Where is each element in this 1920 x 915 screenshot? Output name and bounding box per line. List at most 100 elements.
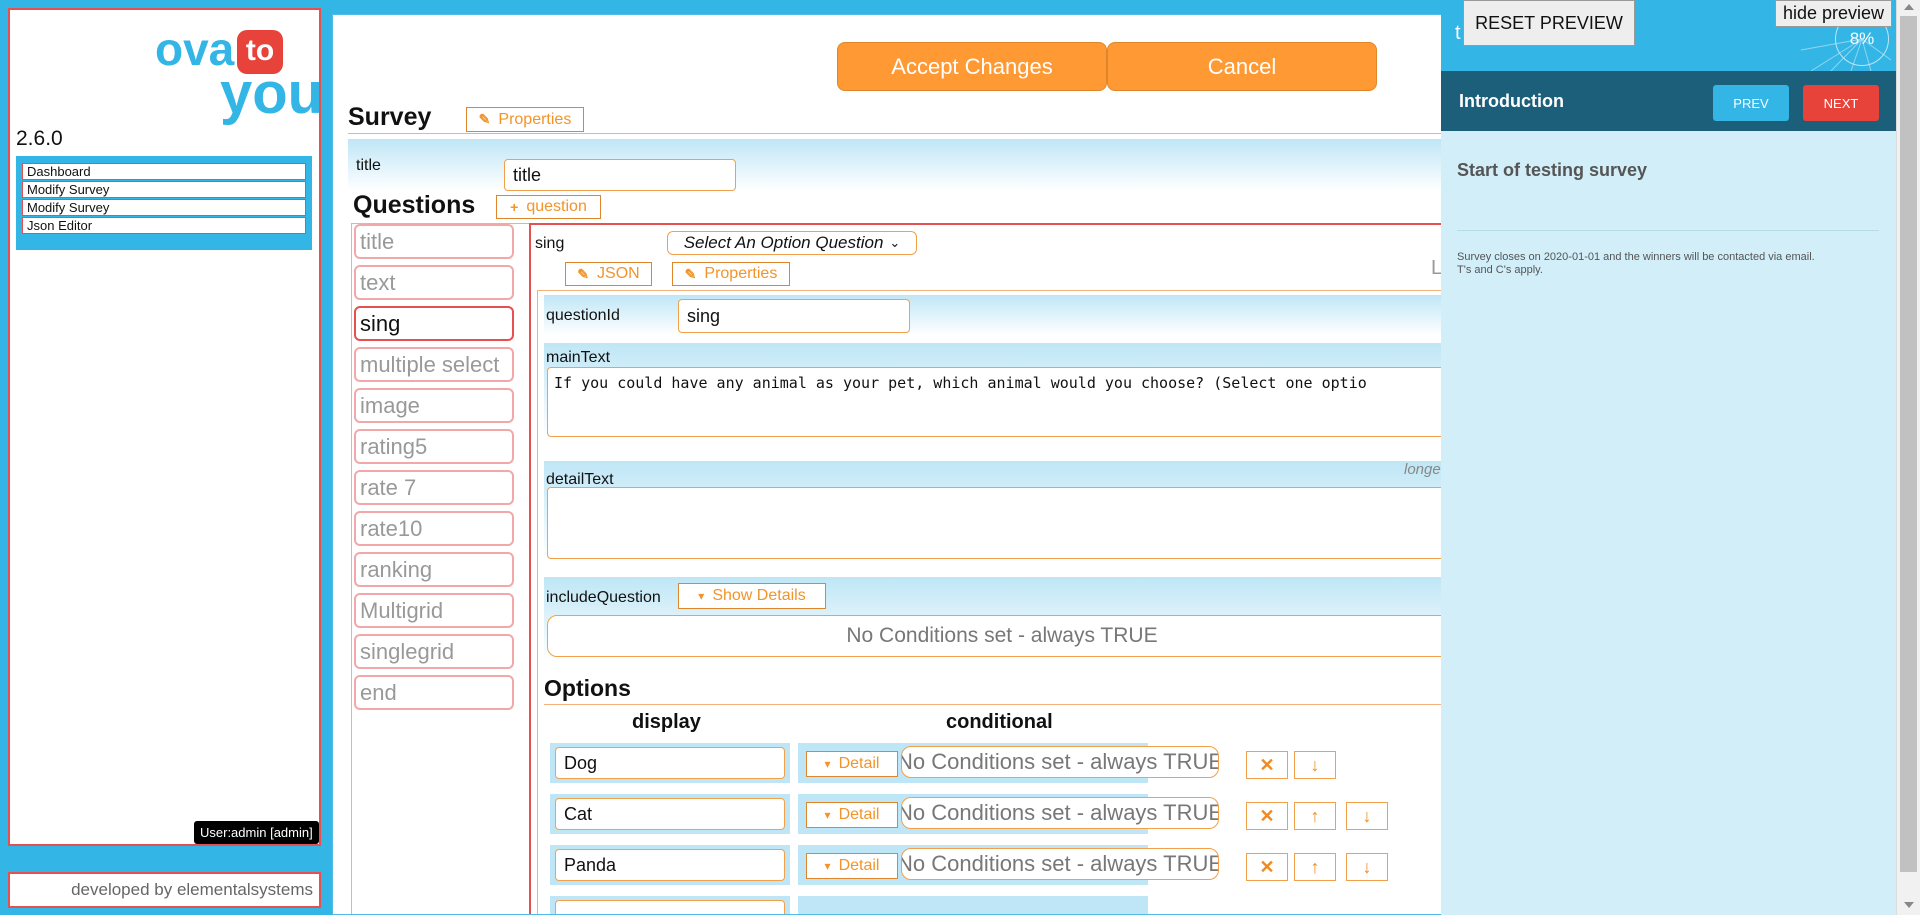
move-down-button[interactable]: ↓ [1294,751,1336,779]
question-item[interactable]: rate10 [354,511,514,546]
question-properties-label: Properties [704,265,778,282]
option-detail-button[interactable]: ▾ Detail [806,802,898,828]
option-display-input[interactable]: Panda [555,849,785,881]
move-down-button[interactable]: ↓ [1346,853,1388,881]
dropdown-box-icon: ▾ [824,757,831,771]
close-icon: ✕ [1259,856,1275,877]
arrow-up-icon: ↑ [1310,805,1320,826]
user-badge: User:admin [admin] [194,821,319,844]
option-detail-label: Detail [838,755,880,772]
survey-editor: Accept Changes Cancel Survey ✎ Propertie… [332,14,1443,915]
question-id-row: questionId sing [544,295,1442,335]
page-scrollbar[interactable] [1896,0,1920,915]
option-conditions-box[interactable]: No Conditions set - always TRUE [901,797,1219,829]
options-col-conditional: conditional [946,711,1053,733]
option-conditions-box[interactable]: No Conditions set - always TRUE [901,848,1219,880]
question-item[interactable]: title [354,224,514,259]
option-display-cell: Panda [550,845,790,885]
option-display-cell [550,896,790,914]
delete-option-button[interactable]: ✕ [1246,853,1288,881]
question-json-label: JSON [597,265,640,282]
divider [348,133,1442,134]
question-fields: questionId sing mainText If you could ha… [537,290,1442,914]
question-item[interactable]: multiple select [354,347,514,382]
question-item[interactable]: image [354,388,514,423]
option-detail-button[interactable]: ▾ Detail [806,853,898,879]
preview-section-title: Introduction [1459,91,1564,111]
question-item[interactable]: text [354,265,514,300]
arrow-up-icon: ↑ [1310,856,1320,877]
detail-text-hint: longe [1404,461,1441,478]
hide-preview-button[interactable]: hide preview [1775,0,1892,27]
scrollbar-thumb[interactable] [1900,16,1917,872]
dropdown-box-icon: ▾ [824,808,831,822]
option-display-input[interactable]: Cat [555,798,785,830]
survey-title-row: title title [348,139,1442,191]
question-type-select[interactable]: Select An Option Question ⌄ [667,231,917,255]
delete-option-button[interactable]: ✕ [1246,802,1288,830]
sidebar-nav: Dashboard Modify Survey Modify Survey Js… [16,156,312,250]
accept-changes-button[interactable]: Accept Changes [837,42,1107,91]
close-icon: ✕ [1259,754,1275,775]
preview-intro-text: Start of testing survey [1457,160,1648,180]
question-item[interactable]: Multigrid [354,593,514,628]
options-heading: Options [544,675,631,701]
ovatoyou-logo: ova to you [155,22,323,132]
question-json-button[interactable]: ✎ JSON [565,262,652,286]
survey-title-label: title [356,157,381,174]
prev-button[interactable]: PREV [1713,85,1789,121]
question-properties-button[interactable]: ✎ Properties [672,262,790,286]
detail-text-input[interactable] [547,487,1442,559]
question-item[interactable]: end [354,675,514,710]
question-item[interactable]: singlegrid [354,634,514,669]
option-conditions-box[interactable]: No Conditions set - always TRUE [901,746,1219,778]
nav-item-modify-survey[interactable]: Modify Survey [22,181,306,198]
add-question-button[interactable]: + question [496,195,601,219]
main-text-input[interactable]: If you could have any animal as your pet… [547,367,1442,437]
scroll-down-icon[interactable] [1904,902,1914,908]
question-item-selected[interactable]: sing [354,306,514,341]
option-conditional-cell: ▾ Detail No Conditions set - always TRUE [798,845,1219,885]
survey-title-input[interactable]: title [504,159,736,191]
divider [1457,230,1879,231]
app-version: 2.6.0 [16,127,63,150]
include-conditions-box[interactable]: No Conditions set - always TRUE [547,615,1442,657]
nav-item-json-editor[interactable]: Json Editor [22,217,306,234]
option-conditional-cell: ▾ Detail No Conditions set - always TRUE [798,743,1219,783]
question-item[interactable]: ranking [354,552,514,587]
reset-preview-button[interactable]: RESET PREVIEW [1463,0,1635,46]
move-up-button[interactable]: ↑ [1294,802,1336,830]
chevron-down-icon: ⌄ [889,235,901,250]
option-display-input[interactable]: Dog [555,747,785,779]
next-button[interactable]: NEXT [1803,85,1879,121]
dropdown-box-icon: ▾ [698,589,705,603]
close-icon: ✕ [1259,805,1275,826]
survey-properties-button[interactable]: ✎ Properties [466,107,584,132]
pencil-icon: ✎ [684,265,697,282]
option-display-cell: Dog [550,743,790,783]
main-text-label: mainText [546,349,611,366]
option-display-input[interactable] [555,900,785,914]
include-question-row: includeQuestion ▾ Show Details No Condit… [544,577,1442,661]
arrow-down-icon: ↓ [1362,856,1372,877]
question-detail-panel: sing Select An Option Question ⌄ ✎ JSON … [529,223,1442,914]
question-item[interactable]: rating5 [354,429,514,464]
option-detail-button[interactable]: ▾ Detail [806,751,898,777]
question-item[interactable]: rate 7 [354,470,514,505]
pencil-icon: ✎ [478,111,491,127]
move-down-button[interactable]: ↓ [1346,802,1388,830]
nav-item-dashboard[interactable]: Dashboard [22,163,306,180]
preview-note-line2: T's and C's apply. [1457,264,1543,276]
cancel-button[interactable]: Cancel [1107,42,1377,91]
include-question-label: includeQuestion [546,589,661,606]
preview-section-bar: Introduction PREV NEXT [1441,71,1896,131]
arrow-down-icon: ↓ [1362,805,1372,826]
delete-option-button[interactable]: ✕ [1246,751,1288,779]
move-up-button[interactable]: ↑ [1294,853,1336,881]
question-id-input[interactable]: sing [678,299,910,333]
preview-note-line1: Survey closes on 2020-01-01 and the winn… [1457,251,1815,263]
scroll-up-icon[interactable] [1904,4,1914,10]
survey-heading: Survey [348,103,432,131]
nav-item-modify-survey-2[interactable]: Modify Survey [22,199,306,216]
show-details-button[interactable]: ▾ Show Details [678,583,826,609]
